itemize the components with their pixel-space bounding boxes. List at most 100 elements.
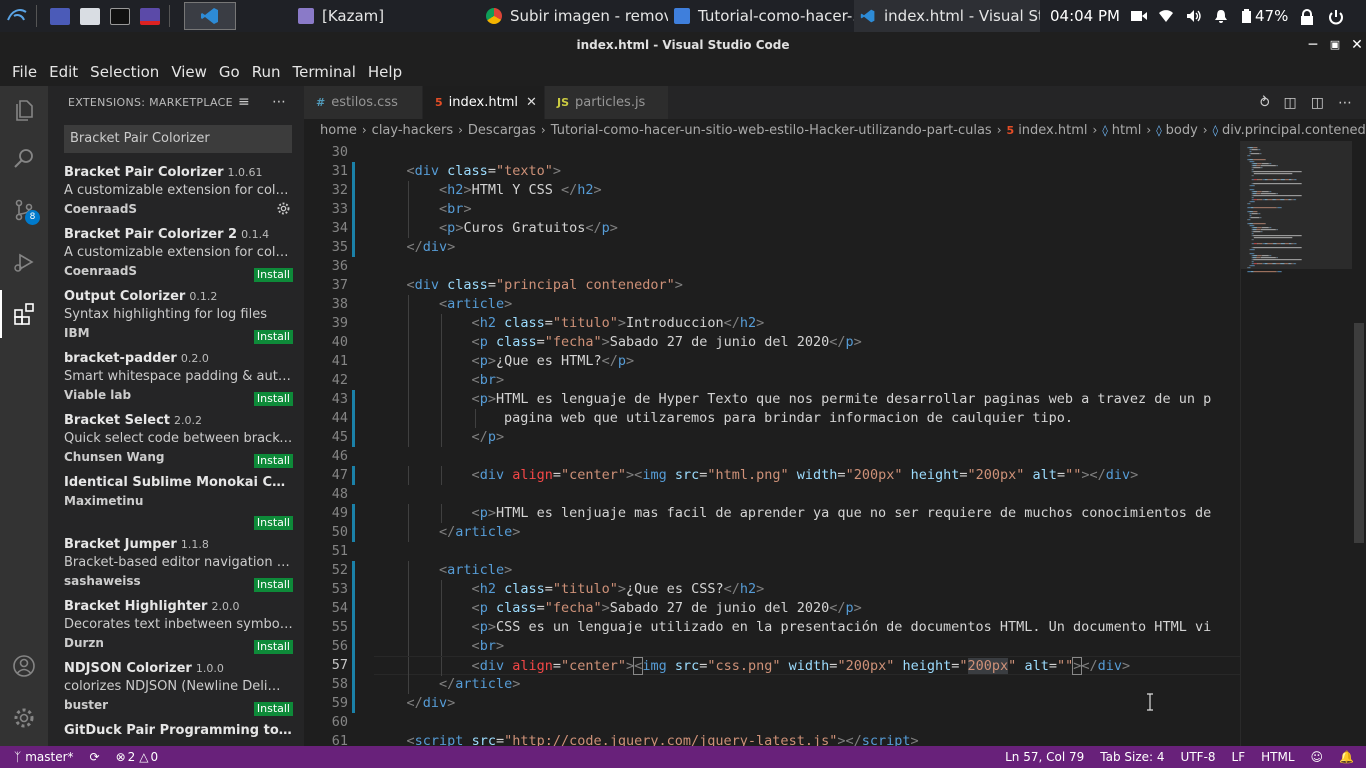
code-line[interactable]: <p>Curos Gratuitos</p>	[374, 219, 1240, 238]
camera-icon[interactable]	[1130, 9, 1147, 23]
code-line[interactable]: <h2>HTMl Y CSS </h2>	[374, 181, 1240, 200]
git-modified-marker[interactable]	[352, 637, 355, 656]
install-button[interactable]: Install	[253, 268, 293, 282]
taskbar-window-chrome[interactable]: Subir imagen - remov...	[480, 0, 668, 32]
code-line[interactable]: <p>¿Que es HTML?</p>	[374, 352, 1240, 371]
install-button[interactable]: Install	[253, 702, 293, 716]
git-modified-marker[interactable]	[352, 599, 355, 618]
line-number[interactable]: 57	[304, 656, 348, 675]
line-number[interactable]: 46	[304, 447, 348, 466]
scrollbar-thumb[interactable]	[1354, 323, 1364, 543]
tab-size[interactable]: Tab Size: 4	[1092, 750, 1172, 764]
code-line[interactable]: <p>CSS es un lenguaje utilizado en la pr…	[374, 618, 1240, 637]
breadcrumb-file[interactable]: index.html	[1018, 123, 1087, 138]
git-modified-marker[interactable]	[352, 675, 355, 694]
feedback-icon[interactable]: ☺	[1303, 750, 1332, 764]
code-line[interactable]: </article>	[374, 675, 1240, 694]
git-modified-marker[interactable]	[352, 181, 355, 200]
open-preview-icon[interactable]: ◫	[1284, 95, 1297, 111]
menu-file[interactable]: File	[6, 63, 43, 81]
code-line[interactable]: <p>HTML es lenguaje de Hyper Texto que n…	[374, 390, 1240, 409]
git-modified-marker[interactable]	[352, 428, 355, 447]
menu-edit[interactable]: Edit	[43, 63, 84, 81]
git-modified-marker[interactable]	[352, 238, 355, 257]
code-line[interactable]	[374, 485, 1240, 504]
menu-terminal[interactable]: Terminal	[287, 63, 362, 81]
breadcrumb-project-folder[interactable]: Tutorial-como-hacer-un-sitio-web-estilo-…	[551, 123, 992, 138]
line-number[interactable]: 34	[304, 219, 348, 238]
code-line[interactable]: <h2 class="titulo">Introduccion</h2>	[374, 314, 1240, 333]
line-number[interactable]: 37	[304, 276, 348, 295]
manage-gear-icon[interactable]	[276, 201, 291, 220]
git-branch-indicator[interactable]: ᛉ master*	[0, 750, 82, 764]
split-editor-icon[interactable]: ◫	[1311, 95, 1324, 111]
encoding[interactable]: UTF-8	[1173, 750, 1224, 764]
line-number[interactable]: 59	[304, 694, 348, 713]
line-number[interactable]: 32	[304, 181, 348, 200]
problems-indicator[interactable]: ⊗ 2 △ 0	[108, 750, 167, 764]
clock[interactable]: 04:04 PM	[1050, 7, 1120, 25]
code-line[interactable]	[374, 542, 1240, 561]
line-number[interactable]: 55	[304, 618, 348, 637]
minimize-button[interactable]: ─	[1302, 32, 1324, 58]
install-button[interactable]: Install	[253, 516, 293, 530]
git-modified-marker[interactable]	[352, 694, 355, 713]
line-number[interactable]: 56	[304, 637, 348, 656]
volume-icon[interactable]	[1186, 9, 1202, 23]
line-number[interactable]: 58	[304, 675, 348, 694]
breadcrumb-div[interactable]: div.principal.contenedor	[1222, 123, 1366, 138]
settings-gear-icon[interactable]	[0, 694, 48, 742]
extension-item[interactable]: Bracket Select 2.0.2 Quick select code bet…	[64, 412, 293, 474]
more-actions-icon[interactable]: ⋯	[1338, 95, 1352, 111]
extension-item[interactable]: NDJSON Colorizer 1.0.0 colorizes NDJSON (N…	[64, 660, 293, 722]
menu-go[interactable]: Go	[213, 63, 246, 81]
line-number[interactable]: 50	[304, 523, 348, 542]
extension-item[interactable]: bracket-padder 0.2.0 Smart whitespace padd…	[64, 350, 293, 412]
notifications-bell-icon[interactable]: 🔔	[1331, 750, 1366, 764]
wifi-icon[interactable]	[1158, 9, 1174, 23]
extension-item[interactable]: Bracket Pair Colorizer 1.0.61 A customizab…	[64, 164, 293, 226]
code-line[interactable]	[374, 143, 1240, 162]
line-number[interactable]: 52	[304, 561, 348, 580]
end-of-line[interactable]: LF	[1224, 750, 1254, 764]
line-number[interactable]: 53	[304, 580, 348, 599]
power-icon[interactable]	[1328, 9, 1344, 25]
close-window-button[interactable]: ✕	[1346, 32, 1366, 58]
line-number[interactable]: 42	[304, 371, 348, 390]
line-number[interactable]: 30	[304, 143, 348, 162]
kali-menu-icon[interactable]	[4, 3, 30, 29]
code-line[interactable]: <article>	[374, 561, 1240, 580]
taskbar-window-folder[interactable]: Tutorial-como-hacer-...	[668, 0, 854, 32]
git-modified-marker[interactable]	[352, 656, 355, 675]
accounts-icon[interactable]	[0, 642, 48, 690]
code-line[interactable]: </div>	[374, 694, 1240, 713]
notification-bell-icon[interactable]	[1214, 9, 1230, 23]
tab-index-html[interactable]: 5 index.html ✕	[423, 86, 545, 119]
git-modified-marker[interactable]	[352, 561, 355, 580]
cursor-position[interactable]: Ln 57, Col 79	[997, 750, 1092, 764]
git-modified-marker[interactable]	[352, 162, 355, 181]
extensions-icon[interactable]	[0, 290, 48, 338]
minimap-viewport[interactable]	[1241, 141, 1353, 269]
search-icon[interactable]	[0, 134, 48, 182]
git-modified-marker[interactable]	[352, 504, 355, 523]
run-debug-icon[interactable]	[0, 238, 48, 286]
vertical-scrollbar[interactable]	[1352, 141, 1366, 746]
code-line[interactable]: <div align="center"><img src="html.png" …	[374, 466, 1240, 485]
git-modified-marker[interactable]	[352, 523, 355, 542]
line-number[interactable]: 35	[304, 238, 348, 257]
line-number[interactable]: 33	[304, 200, 348, 219]
line-number[interactable]: 40	[304, 333, 348, 352]
code-line[interactable]: <h2 class="titulo">¿Que es CSS?</h2>	[374, 580, 1240, 599]
minimap[interactable]	[1240, 141, 1353, 746]
language-mode[interactable]: HTML	[1253, 750, 1302, 764]
tab-estilos-css[interactable]: # estilos.css	[304, 86, 423, 119]
install-button[interactable]: Install	[253, 578, 293, 592]
open-changes-icon[interactable]: ⥁	[1260, 95, 1270, 111]
code-line[interactable]: <div align="center"><img src="css.png" w…	[374, 656, 1240, 676]
extension-item[interactable]: Bracket Pair Colorizer 2 0.1.4 A customiza…	[64, 226, 293, 288]
screen-recorder-launcher-icon[interactable]	[137, 3, 163, 29]
code-line[interactable]: <div class="principal contenedor">	[374, 276, 1240, 295]
git-modified-marker[interactable]	[352, 390, 355, 409]
code-line[interactable]: <br>	[374, 371, 1240, 390]
